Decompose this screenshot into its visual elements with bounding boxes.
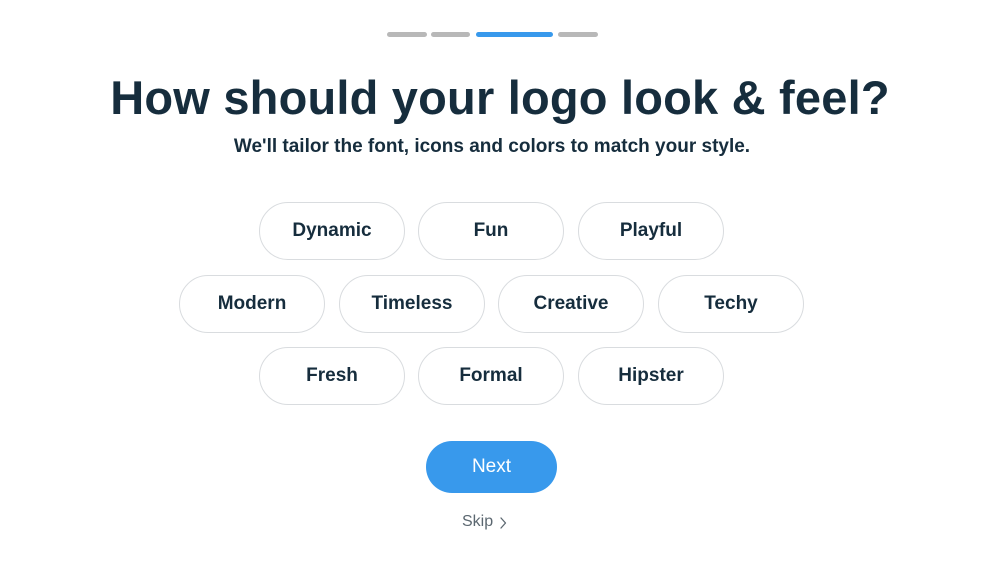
style-option-fun[interactable]: Fun (418, 202, 564, 260)
page-subtitle: We'll tailor the font, icons and colors … (233, 136, 751, 157)
skip-label: Skip (462, 513, 494, 530)
style-option-formal[interactable]: Formal (418, 347, 564, 405)
progress-step-3-current (476, 32, 553, 37)
progress-step-1 (387, 32, 427, 37)
skip-link[interactable]: Skip (462, 511, 507, 533)
progress-indicator (0, 32, 1000, 38)
style-option-fresh[interactable]: Fresh (259, 347, 405, 405)
progress-step-2 (431, 32, 470, 37)
progress-step-4 (558, 32, 598, 37)
style-option-creative[interactable]: Creative (498, 275, 644, 333)
page-title: How should your logo look & feel? (110, 71, 890, 124)
next-button[interactable]: Next (426, 441, 557, 493)
style-option-techy[interactable]: Techy (658, 275, 804, 333)
style-option-dynamic[interactable]: Dynamic (259, 202, 405, 260)
style-option-hipster[interactable]: Hipster (578, 347, 724, 405)
style-option-playful[interactable]: Playful (578, 202, 724, 260)
style-option-timeless[interactable]: Timeless (339, 275, 485, 333)
style-option-modern[interactable]: Modern (179, 275, 325, 333)
logo-style-step: How should your logo look & feel? We'll … (0, 0, 1000, 563)
chevron-right-icon (499, 516, 507, 529)
